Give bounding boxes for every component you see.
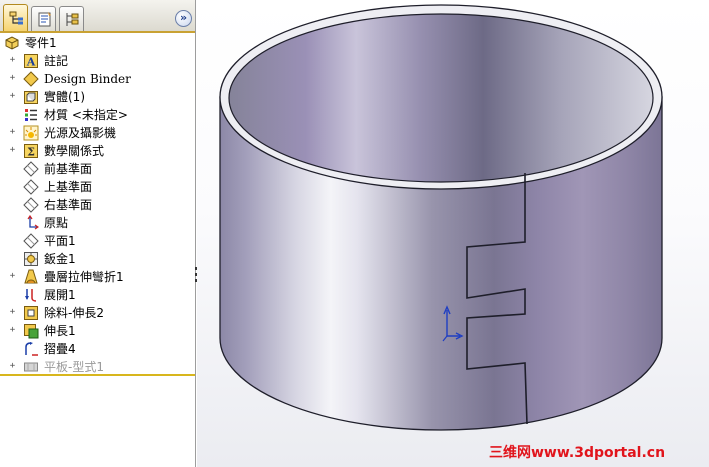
tab-configuration-manager[interactable] bbox=[59, 6, 84, 31]
tree-item-cut-extrude2[interactable]: + 除料-伸長2 bbox=[0, 304, 195, 322]
collapse-panel-button[interactable]: » bbox=[175, 10, 192, 27]
tree-item-right-plane[interactable]: 右基準面 bbox=[0, 196, 195, 214]
plane-icon bbox=[23, 161, 39, 177]
tree-item-design-binder[interactable]: + Design Binder bbox=[0, 70, 195, 88]
lights-cameras-icon bbox=[23, 125, 39, 141]
fold-icon bbox=[23, 341, 39, 357]
extrude-icon bbox=[23, 323, 39, 339]
expand-toggle[interactable]: + bbox=[9, 326, 16, 335]
svg-text:Σ: Σ bbox=[27, 146, 35, 159]
tree-item-lights-cameras[interactable]: + 光源及攝影機 bbox=[0, 124, 195, 142]
tree-item-lofted-bend1[interactable]: + 疊層拉伸彎折1 bbox=[0, 268, 195, 286]
tree-item-solid-bodies[interactable]: + 實體(1) bbox=[0, 88, 195, 106]
plane-icon bbox=[23, 179, 39, 195]
annotations-icon: A bbox=[23, 53, 39, 69]
tree-item-fold4[interactable]: 摺疊4 bbox=[0, 340, 195, 358]
design-binder-icon bbox=[23, 71, 39, 87]
expand-toggle[interactable]: + bbox=[9, 362, 16, 371]
expand-toggle[interactable]: + bbox=[9, 308, 16, 317]
expand-toggle[interactable]: + bbox=[9, 56, 16, 65]
expand-toggle[interactable]: + bbox=[9, 74, 16, 83]
flat-pattern-icon bbox=[23, 359, 39, 375]
tree-item-part[interactable]: 零件1 bbox=[0, 34, 195, 52]
expand-toggle[interactable]: + bbox=[9, 146, 16, 155]
plane-icon bbox=[23, 197, 39, 213]
tree-item-extrude1[interactable]: + 伸長1 bbox=[0, 322, 195, 340]
expand-toggle[interactable]: + bbox=[9, 128, 16, 137]
tree-item-top-plane[interactable]: 上基準面 bbox=[0, 178, 195, 196]
tree-item-plane1[interactable]: 平面1 bbox=[0, 232, 195, 250]
tree-item-annotations[interactable]: + A 註記 bbox=[0, 52, 195, 70]
tree-item-sheet-metal1[interactable]: 鈑金1 bbox=[0, 250, 195, 268]
tab-feature-manager[interactable] bbox=[3, 4, 28, 31]
rollback-bar[interactable] bbox=[0, 374, 195, 376]
graphics-area[interactable]: 三维网www.3dportal.cn bbox=[197, 0, 709, 467]
tab-property-manager[interactable] bbox=[31, 6, 56, 31]
part-icon bbox=[4, 35, 20, 51]
cut-extrude-icon bbox=[23, 305, 39, 321]
feature-tree: 零件1 + A 註記 + Design Binder + 實體(1) 材質 <未… bbox=[0, 34, 195, 376]
tree-item-equations[interactable]: + Σ 數學關係式 bbox=[0, 142, 195, 160]
equations-icon: Σ bbox=[23, 143, 39, 159]
watermark-text: 三维网www.3dportal.cn bbox=[489, 445, 666, 461]
svg-text:A: A bbox=[26, 56, 36, 69]
tree-item-origin[interactable]: 原點 bbox=[0, 214, 195, 232]
plane-icon bbox=[23, 233, 39, 249]
origin-icon bbox=[23, 215, 39, 231]
expand-toggle[interactable]: + bbox=[9, 272, 16, 281]
sheet-metal-ring-model bbox=[219, 4, 663, 431]
tree-item-material[interactable]: 材質 <未指定> bbox=[0, 106, 195, 124]
panel-tab-strip: » bbox=[0, 0, 195, 33]
solid-bodies-icon bbox=[23, 89, 39, 105]
unfold-icon bbox=[23, 287, 39, 303]
feature-manager-panel: » 零件1 + A 註記 + Design Binder + 實體(1) 材質 … bbox=[0, 0, 196, 467]
lofted-bend-icon bbox=[23, 269, 39, 285]
material-icon bbox=[23, 107, 39, 123]
expand-toggle[interactable]: + bbox=[9, 92, 16, 101]
sheet-metal-icon bbox=[23, 251, 39, 267]
tree-item-front-plane[interactable]: 前基準面 bbox=[0, 160, 195, 178]
tree-item-unfold1[interactable]: 展開1 bbox=[0, 286, 195, 304]
